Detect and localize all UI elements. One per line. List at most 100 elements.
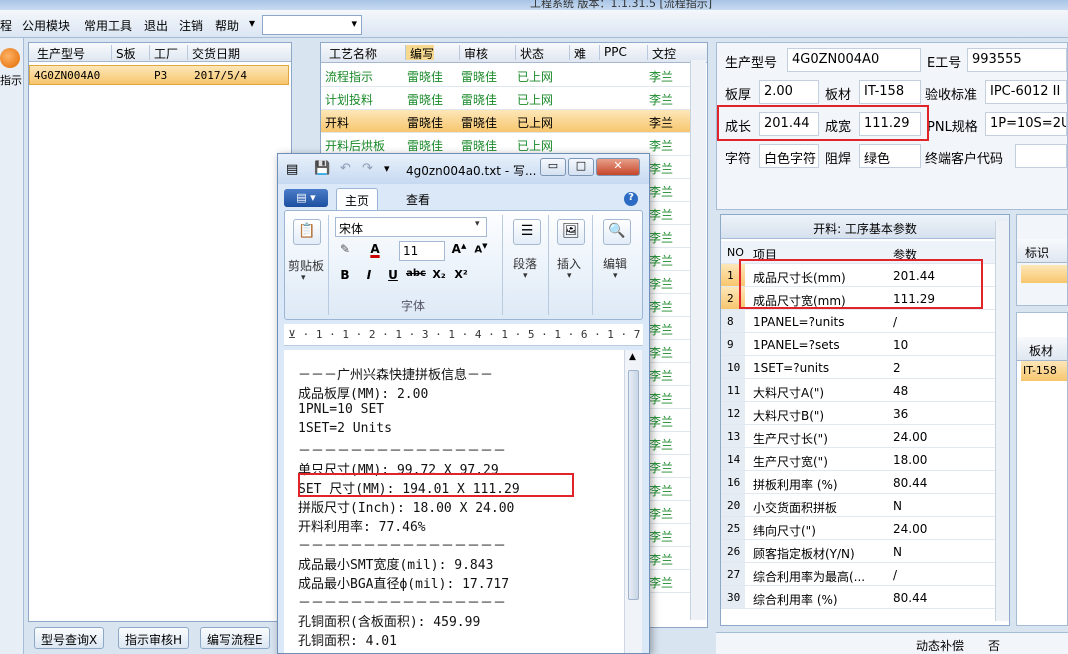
standard-field[interactable]: IPC-6012 II bbox=[985, 80, 1067, 104]
param-row[interactable]: 14 生产尺寸宽(") 18.00 bbox=[721, 448, 995, 471]
shrink-font-icon[interactable]: A▼ bbox=[471, 241, 491, 259]
param-row[interactable]: 11 大料尺寸A(") 48 bbox=[721, 379, 995, 402]
insert-picture-icon[interactable]: 🖼 bbox=[557, 219, 585, 245]
paragraph-icon[interactable]: ☰ bbox=[513, 219, 541, 245]
col-delivery-date[interactable]: 交货日期 bbox=[187, 45, 240, 61]
param-row[interactable]: 27 综合利用率为最高(... / bbox=[721, 563, 995, 586]
menu-item-public-module[interactable]: 公用模块 bbox=[22, 17, 70, 34]
scroll-thumb[interactable] bbox=[628, 370, 639, 600]
paragraph-dropdown-icon[interactable]: ▾ bbox=[523, 271, 528, 281]
col-difficulty[interactable]: 难 bbox=[569, 45, 586, 61]
param-row[interactable]: 25 纬向尺寸(") 24.00 bbox=[721, 517, 995, 540]
material-field[interactable]: IT-158 bbox=[859, 80, 921, 104]
param-row[interactable]: 26 顾客指定板材(Y/N) N bbox=[721, 540, 995, 563]
col-s-board[interactable]: S板 bbox=[111, 45, 136, 61]
subscript-icon[interactable]: X₂ bbox=[429, 267, 449, 285]
param-row[interactable]: 20 小交货面积拼板 N bbox=[721, 494, 995, 517]
ruler-marks: ⊻ · 1 · 1 · 2 · 1 · 3 · 1 · 4 · 1 · 5 · … bbox=[288, 328, 643, 341]
model-list-row[interactable]: 4G0ZN004A0 P3 2017/5/4 bbox=[29, 65, 289, 85]
edit-dropdown-icon[interactable]: ▾ bbox=[613, 271, 618, 281]
document-scrollbar[interactable]: ▲ bbox=[624, 350, 642, 653]
font-name-dropdown-icon[interactable]: ▾ bbox=[475, 219, 480, 229]
font-size-select[interactable]: 11 bbox=[399, 241, 445, 261]
minimize-button[interactable]: ▭ bbox=[540, 158, 566, 176]
character-field[interactable]: 白色字符 bbox=[759, 144, 819, 168]
process-grid-scrollbar[interactable] bbox=[690, 60, 706, 620]
process-row[interactable]: 流程指示 雷晓佳 雷晓佳 已上网 李兰 bbox=[321, 64, 691, 87]
col-model[interactable]: 生产型号 bbox=[33, 45, 85, 61]
model-query-button[interactable]: 型号查询X bbox=[34, 627, 105, 649]
process-doc-control: 李兰 bbox=[649, 185, 674, 199]
tag-row[interactable] bbox=[1021, 265, 1067, 283]
solder-mask-field[interactable]: 绿色 bbox=[859, 144, 921, 168]
document-line: 成品板厚(MM): 2.00 bbox=[298, 387, 429, 402]
menu-item-tools[interactable]: 常用工具 bbox=[84, 17, 132, 34]
write-process-button[interactable]: 编写流程E bbox=[200, 627, 270, 649]
pnl-field[interactable]: 1P=10S=2U bbox=[985, 112, 1067, 136]
col-status[interactable]: 状态 bbox=[515, 45, 544, 61]
col-process-name[interactable]: 工艺名称 bbox=[325, 45, 377, 61]
insert-label[interactable]: 插入 bbox=[557, 255, 581, 272]
maximize-button[interactable]: □ bbox=[568, 158, 594, 176]
quick-access-dropdown-icon[interactable]: ▾ bbox=[384, 162, 390, 175]
file-menu-button[interactable]: ▤ ▾ bbox=[284, 189, 328, 207]
tab-view[interactable]: 查看 bbox=[398, 188, 438, 210]
param-row[interactable]: 8 1PANEL=?units / bbox=[721, 310, 995, 333]
menu-combobox[interactable] bbox=[262, 15, 362, 35]
wordpad-app-icon[interactable]: ▤ bbox=[286, 162, 298, 177]
menu-item-logout[interactable]: 注销 bbox=[179, 17, 203, 34]
document-body[interactable]: －－－广州兴森快捷拼板信息－－ 成品板厚(MM): 2.00 1PNL=10 SET… bbox=[284, 350, 624, 653]
col-writer[interactable]: 编写 bbox=[405, 45, 435, 61]
instruction-label[interactable]: 指示 bbox=[0, 72, 22, 88]
save-icon[interactable]: 💾 bbox=[314, 161, 330, 176]
redo-icon[interactable]: ↷ bbox=[362, 161, 373, 176]
col-auditor[interactable]: 审核 bbox=[459, 45, 488, 61]
col-ppc[interactable]: PPC bbox=[599, 45, 627, 60]
superscript-icon[interactable]: X² bbox=[451, 267, 471, 285]
menu-item-exit[interactable]: 退出 bbox=[144, 17, 168, 34]
param-row[interactable]: 30 综合利用率 (%) 80.44 bbox=[721, 586, 995, 609]
chevron-down-icon[interactable]: ▾ bbox=[249, 16, 255, 30]
process-row[interactable]: 开料 雷晓佳 雷晓佳 已上网 李兰 bbox=[321, 110, 691, 133]
thickness-field[interactable]: 2.00 bbox=[759, 80, 819, 104]
highlight-icon[interactable]: ✎ bbox=[335, 241, 355, 259]
italic-icon[interactable]: I bbox=[359, 267, 379, 285]
font-name-select[interactable]: 宋体 bbox=[335, 217, 487, 237]
col-factory[interactable]: 工厂 bbox=[149, 45, 178, 61]
menu-item-process[interactable]: 程 bbox=[0, 17, 12, 34]
param-row[interactable]: 16 拼板利用率 (%) 80.44 bbox=[721, 471, 995, 494]
param-row[interactable]: 9 1PANEL=?sets 10 bbox=[721, 333, 995, 356]
paragraph-label[interactable]: 段落 bbox=[513, 255, 537, 272]
edit-label[interactable]: 编辑 bbox=[603, 255, 627, 272]
audit-button[interactable]: 指示审核H bbox=[118, 627, 190, 649]
eno-field[interactable]: 993555 bbox=[967, 48, 1067, 72]
close-button[interactable]: ✕ bbox=[596, 158, 640, 176]
customer-code-field[interactable] bbox=[1015, 144, 1067, 168]
bold-icon[interactable]: B bbox=[335, 267, 355, 285]
paste-icon[interactable]: 📋 bbox=[293, 219, 321, 245]
help-icon[interactable]: ? bbox=[624, 192, 638, 206]
instruction-icon[interactable] bbox=[0, 48, 20, 68]
grow-font-icon[interactable]: A▲ bbox=[449, 241, 469, 259]
process-row[interactable]: 计划投料 雷晓佳 雷晓佳 已上网 李兰 bbox=[321, 87, 691, 110]
find-binoculars-icon[interactable]: 🔍 bbox=[603, 219, 631, 245]
ruler[interactable]: ⊻ · 1 · 1 · 2 · 1 · 3 · 1 · 4 · 1 · 5 · … bbox=[284, 324, 643, 346]
font-color-icon[interactable]: A bbox=[365, 241, 385, 259]
material-row[interactable]: IT-158 bbox=[1021, 361, 1067, 381]
undo-icon[interactable]: ↶ bbox=[340, 161, 351, 176]
insert-dropdown-icon[interactable]: ▾ bbox=[567, 271, 572, 281]
param-row[interactable]: 12 大料尺寸B(") 36 bbox=[721, 402, 995, 425]
param-row[interactable]: 10 1SET=?units 2 bbox=[721, 356, 995, 379]
scroll-up-icon[interactable]: ▲ bbox=[629, 352, 636, 362]
params-scrollbar[interactable] bbox=[995, 221, 1009, 621]
model-field[interactable]: 4G0ZN004A0 bbox=[787, 48, 921, 72]
param-row[interactable]: 13 生产尺寸长(") 24.00 bbox=[721, 425, 995, 448]
menu-item-help[interactable]: 帮助 bbox=[215, 17, 239, 34]
col-doc-control[interactable]: 文控 bbox=[647, 45, 676, 61]
clipboard-label[interactable]: 剪贴板 bbox=[288, 257, 324, 274]
tab-home[interactable]: 主页 bbox=[336, 188, 379, 210]
underline-icon[interactable]: U bbox=[383, 267, 403, 285]
strikethrough-icon[interactable]: abc bbox=[405, 267, 427, 285]
material-label: 板材 bbox=[825, 88, 852, 103]
clipboard-dropdown-icon[interactable]: ▾ bbox=[301, 273, 306, 283]
